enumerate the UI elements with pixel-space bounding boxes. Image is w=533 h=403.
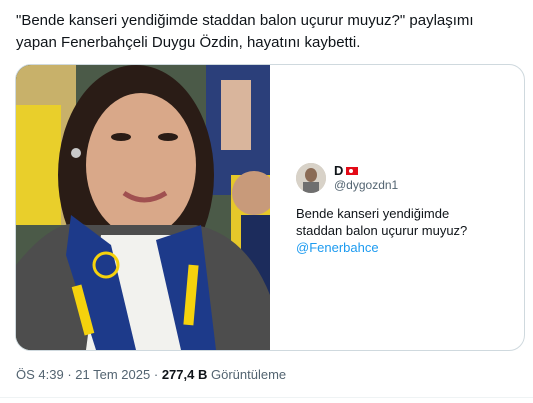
meta-separator: · <box>67 367 72 382</box>
quoted-author-handle[interactable]: @dygozdn1 <box>334 178 398 192</box>
post-metadata: ÖS 4:39 · 21 Tem 2025 · 277,4 B Görüntül… <box>16 367 286 382</box>
quoted-text-line-1: Bende kanseri yendiğimde <box>296 206 450 221</box>
fan-photo-image <box>16 65 270 350</box>
quoted-author-name-text: D <box>334 163 344 178</box>
quoted-text-line-2: staddan balon uçurur muyuz? <box>296 223 468 238</box>
avatar-image <box>296 163 326 193</box>
quoted-author-name[interactable]: D <box>334 164 398 178</box>
views-label: Görüntüleme <box>211 367 287 382</box>
mention-link[interactable]: @Fenerbahce <box>296 239 511 256</box>
avatar[interactable] <box>296 163 326 193</box>
quoted-post[interactable]: D @dygozdn1 Bende kanseri yendiğimde sta… <box>296 163 511 256</box>
post-date[interactable]: 21 Tem 2025 <box>75 367 150 382</box>
tweet-text: "Bende kanseri yendiğimde staddan balon … <box>16 12 474 51</box>
divider <box>0 397 533 398</box>
fan-photo[interactable] <box>16 65 270 350</box>
quoted-post-header: D @dygozdn1 <box>296 163 511 193</box>
post-time[interactable]: ÖS 4:39 <box>16 367 64 382</box>
meta-separator-2: · <box>153 367 159 382</box>
views-count: 277,4 B <box>161 367 208 382</box>
media-card[interactable]: D @dygozdn1 Bende kanseri yendiğimde sta… <box>15 64 525 351</box>
quoted-post-text: Bende kanseri yendiğimde staddan balon u… <box>296 205 511 256</box>
turkey-flag-icon <box>346 167 359 175</box>
